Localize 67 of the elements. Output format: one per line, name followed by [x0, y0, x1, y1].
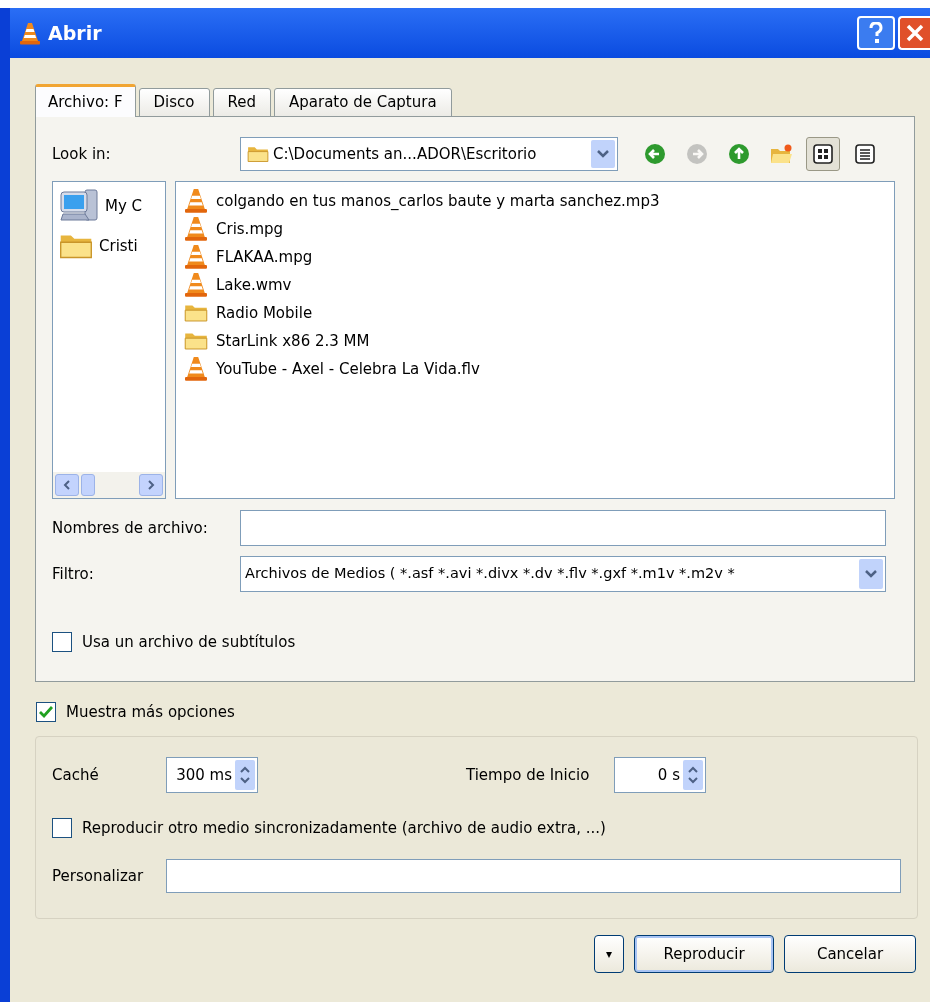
horizontal-scrollbar[interactable]	[53, 472, 165, 498]
computer-icon	[59, 188, 99, 224]
spin-arrows-icon[interactable]	[683, 760, 703, 790]
checkmark-icon	[39, 706, 53, 718]
help-icon	[869, 22, 883, 44]
new-folder-icon	[770, 143, 792, 165]
folder-icon	[59, 232, 93, 260]
scroll-left-button[interactable]	[55, 474, 79, 496]
scroll-right-button[interactable]	[139, 474, 163, 496]
dropdown-value: Archivos de Medios ( *.asf *.avi *.divx *.dv *.flv *.gxf *.m1v *.m2v *	[245, 564, 736, 584]
menu-button[interactable]: ▾	[594, 935, 624, 973]
checkbox[interactable]	[36, 702, 56, 722]
window-title: Abrir	[48, 20, 102, 46]
filter-dropdown[interactable]: Archivos de Medios ( *.asf *.avi *.divx *.dv *.flv *.gxf *.m1v *.m2v *	[240, 556, 886, 592]
place-label[interactable]: Cristi	[99, 234, 138, 258]
dropdown-value: C:\Documents an...ADOR\Escritorio	[273, 143, 538, 165]
tab[interactable]: Disco	[138, 88, 210, 117]
play-button[interactable]: Reproducir	[634, 935, 774, 973]
traffic-cone-icon	[185, 356, 207, 382]
spin-value: 300 ms	[175, 764, 233, 786]
field-label: Personalizar	[52, 865, 145, 887]
folder-icon	[184, 331, 208, 351]
traffic-cone-icon	[185, 216, 207, 242]
file-name[interactable]: Cris.mpg	[216, 217, 284, 241]
place-label[interactable]: My C	[105, 194, 143, 218]
help-button[interactable]	[857, 16, 895, 50]
file-name-field[interactable]	[240, 510, 886, 546]
checkbox-label[interactable]: Reproducir otro medio sincronizadamente (archivo de audio extra, ...)	[82, 816, 606, 840]
checkbox-label[interactable]: Muestra más opciones	[66, 700, 235, 724]
tab[interactable]: Archivo: F	[35, 84, 136, 117]
file-name[interactable]: StarLink x86 2.3 MM	[216, 329, 370, 353]
custom-options-field[interactable]	[165, 859, 901, 893]
spin-box[interactable]: 300 ms	[166, 757, 258, 793]
field-label: Filtro:	[52, 563, 95, 585]
folder-icon	[247, 145, 269, 163]
file-name[interactable]: YouTube - Axel - Celebra La Vida.flv	[216, 357, 480, 381]
file-name[interactable]: Radio Mobile	[216, 301, 313, 325]
chevron-right-icon	[147, 480, 155, 490]
toolbar-button[interactable]	[806, 137, 840, 171]
spin-box[interactable]: 0 s	[614, 757, 706, 793]
file-name[interactable]: colgando en tus manos_carlos baute y marta sanchez.mp3	[216, 189, 660, 213]
field-label: Nombres de archivo:	[52, 517, 209, 539]
scroll-thumb[interactable]	[81, 474, 95, 496]
tab[interactable]: Red	[212, 88, 271, 117]
traffic-cone-icon	[185, 244, 207, 270]
checkbox-label[interactable]: Usa un archivo de subtítulos	[82, 630, 296, 654]
file-name[interactable]: Lake.wmv	[216, 273, 292, 297]
details-view-icon	[854, 143, 876, 165]
spin-value: 0 s	[656, 764, 681, 786]
checkbox[interactable]	[52, 818, 72, 838]
traffic-cone-icon	[185, 272, 207, 298]
field-label: Caché	[52, 764, 100, 786]
file-name[interactable]: FLAKAA.mpg	[216, 245, 313, 269]
tab[interactable]: Aparato de Captura	[274, 88, 452, 117]
close-icon	[906, 24, 924, 42]
field-label: Look in:	[52, 143, 112, 165]
chevron-left-icon	[63, 480, 71, 490]
cancel-button[interactable]: Cancelar	[784, 935, 916, 973]
spin-arrows-icon[interactable]	[235, 760, 255, 790]
look-in-dropdown[interactable]: C:\Documents an...ADOR\Escritorio	[240, 137, 618, 171]
close-button[interactable]	[898, 16, 930, 50]
traffic-cone-icon	[20, 21, 40, 45]
list-view-icon	[812, 143, 834, 165]
field-label: Tiempo de Inicio	[466, 764, 591, 786]
folder-icon	[184, 303, 208, 323]
checkbox[interactable]	[52, 632, 72, 652]
traffic-cone-icon	[185, 188, 207, 214]
